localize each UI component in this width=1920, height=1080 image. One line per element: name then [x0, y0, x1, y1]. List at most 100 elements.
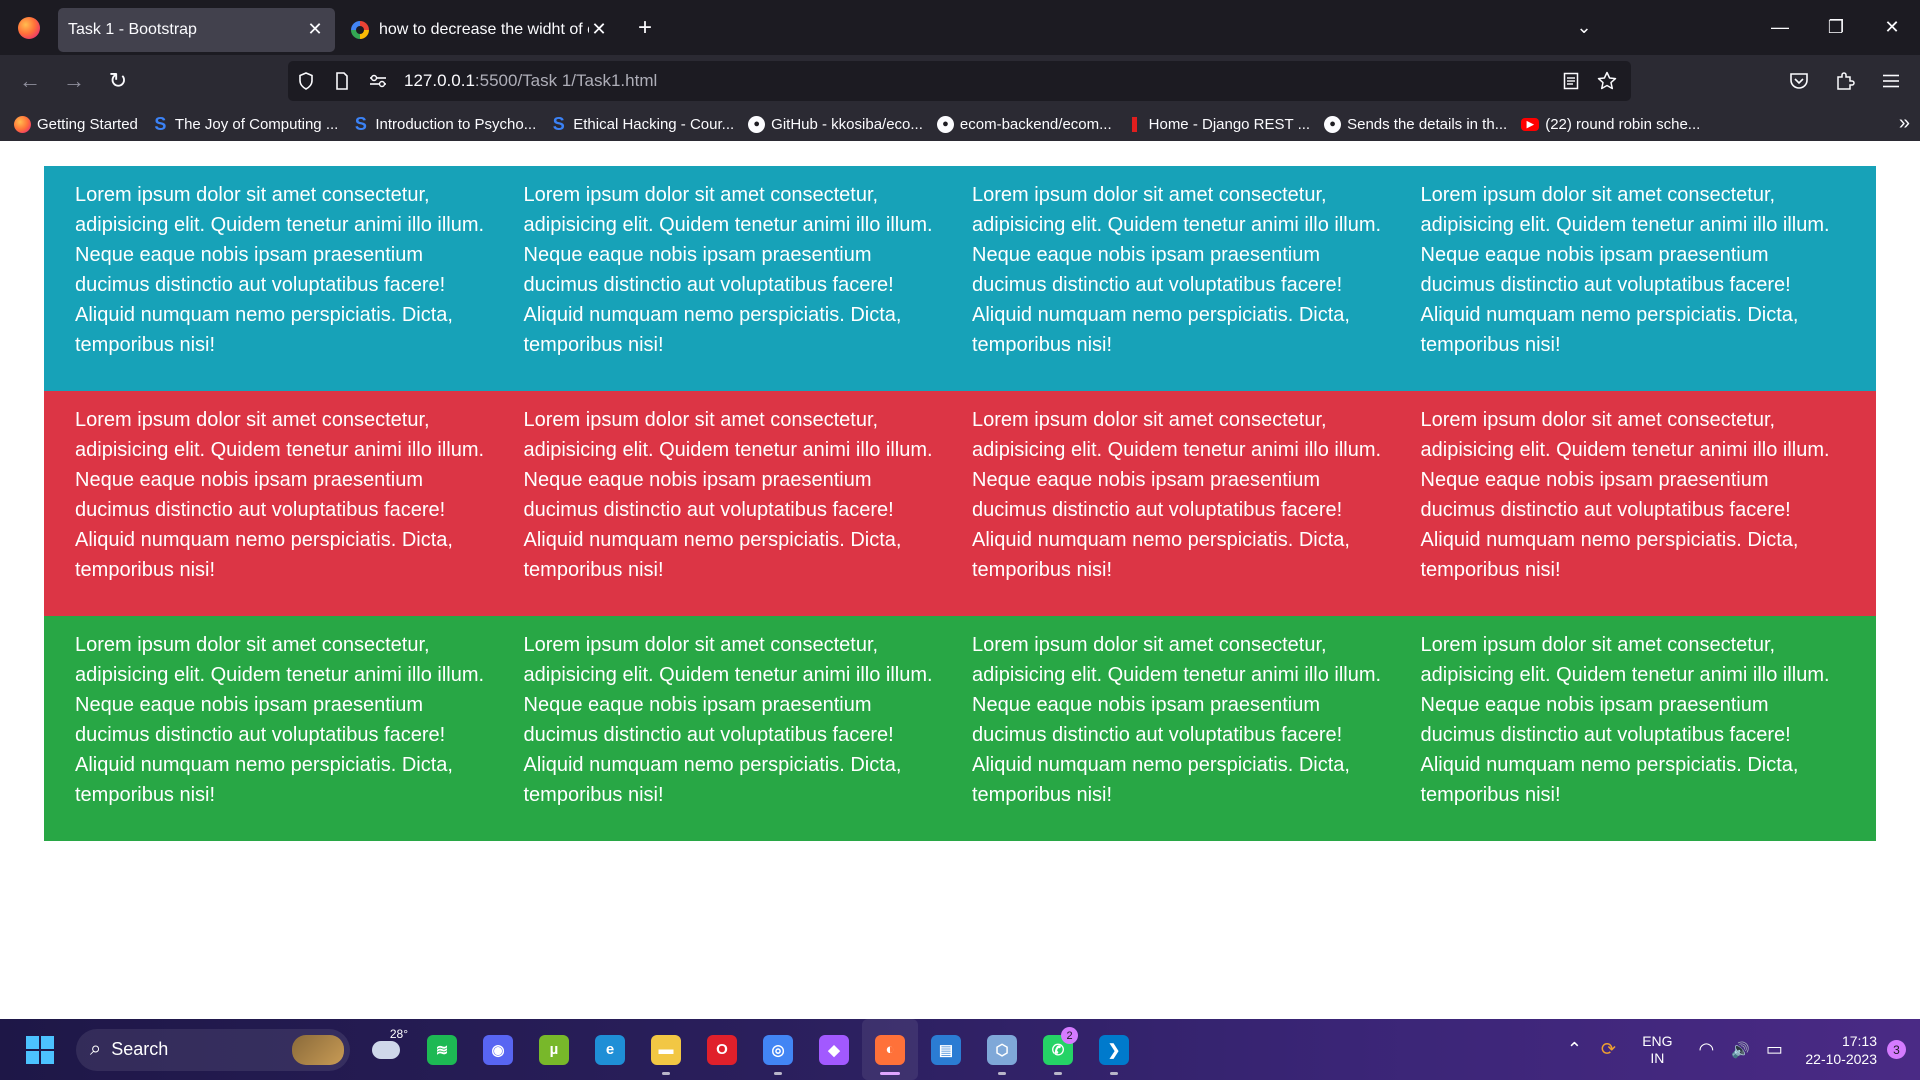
- forward-button[interactable]: →: [52, 61, 96, 101]
- taskbar-search[interactable]: ⌕ Search: [76, 1028, 350, 1071]
- navigation-toolbar: ← → ↻ 127.0.0.1:5500/Task 1/Task1.html: [0, 55, 1920, 107]
- url-bar[interactable]: 127.0.0.1:5500/Task 1/Task1.html: [288, 61, 1631, 101]
- weather-widget[interactable]: 28°: [358, 1019, 414, 1080]
- system-tray: ⌃ ⟳ ENG IN ◠ 🔊 ▭ 17:13 22-10-2023 3: [1557, 1032, 1906, 1068]
- weather-temperature: 28°: [389, 1027, 408, 1041]
- close-tab-icon[interactable]: ✕: [305, 19, 325, 40]
- virtualbox-icon: ⬡: [987, 1034, 1017, 1065]
- bookmark-django-rest[interactable]: Home - Django REST ...: [1126, 116, 1310, 133]
- discord-icon: ◉: [483, 1034, 513, 1065]
- language-indicator[interactable]: ENG IN: [1633, 1033, 1681, 1067]
- content-column: Lorem ipsum dolor sit amet consectetur, …: [75, 634, 485, 806]
- taskbar-app-file-explorer[interactable]: ▬: [638, 1019, 694, 1080]
- bookmark-github-kkosiba[interactable]: ● GitHub - kkosiba/eco...: [748, 115, 923, 133]
- taskbar-app-utorrent[interactable]: µ: [526, 1019, 582, 1080]
- reload-button[interactable]: ↻: [96, 61, 140, 101]
- page-icon[interactable]: [324, 72, 360, 90]
- bookmark-intro-psychology[interactable]: S Introduction to Psycho...: [352, 114, 536, 134]
- region-code: IN: [1650, 1049, 1665, 1066]
- taskbar-app-spotify[interactable]: ≋: [414, 1019, 470, 1080]
- running-indicator: [662, 1072, 670, 1075]
- close-tab-icon[interactable]: ✕: [589, 19, 609, 40]
- taskbar-app-word[interactable]: ▤: [918, 1019, 974, 1080]
- search-icon: ⌕: [90, 1038, 102, 1060]
- taskbar-app-edge[interactable]: e: [582, 1019, 638, 1080]
- pocket-icon[interactable]: [1776, 61, 1822, 101]
- cloud-icon: [372, 1040, 400, 1059]
- firefox-icon: ◐: [875, 1034, 905, 1065]
- firefox-view-icon[interactable]: [0, 0, 58, 55]
- bookmark-label: The Joy of Computing ...: [174, 115, 339, 133]
- volume-icon[interactable]: 🔊: [1723, 1041, 1757, 1059]
- back-button[interactable]: ←: [8, 61, 52, 101]
- taskbar-app-chrome[interactable]: ◎: [750, 1019, 806, 1080]
- bookmark-star-icon[interactable]: [1589, 71, 1625, 91]
- restore-button[interactable]: ❐: [1808, 0, 1864, 55]
- bookmark-round-robin[interactable]: ▶ (22) round robin sche...: [1521, 116, 1700, 133]
- taskbar-apps: ≋ ◉ µ e ▬ O ◎ ◆ ◐ ▤ ⬡ ✆ 2 ❯: [414, 1019, 1142, 1080]
- swayam-icon: S: [154, 113, 167, 134]
- minimize-button[interactable]: —: [1752, 0, 1808, 55]
- tab-google-search[interactable]: how to decrease the widht of co ✕: [341, 8, 619, 52]
- edge-icon: e: [595, 1034, 625, 1065]
- google-icon: [351, 20, 369, 39]
- file-explorer-icon: ▬: [651, 1034, 681, 1065]
- taskbar-app-opera[interactable]: O: [694, 1019, 750, 1080]
- swayam-icon: S: [552, 113, 565, 134]
- clock[interactable]: 17:13 22-10-2023: [1805, 1032, 1877, 1068]
- shield-icon[interactable]: [288, 72, 324, 90]
- vscode-icon: ❯: [1099, 1034, 1129, 1065]
- extensions-icon[interactable]: [1822, 61, 1868, 101]
- search-highlight-image: [292, 1034, 344, 1065]
- bookmark-ecom-backend[interactable]: ● ecom-backend/ecom...: [936, 115, 1112, 133]
- content-column: Lorem ipsum dolor sit amet consectetur, …: [75, 409, 485, 581]
- github-icon: ●: [748, 115, 766, 133]
- windows-logo-icon: [26, 1035, 54, 1064]
- url-host: 127.0.0.1: [404, 71, 475, 90]
- taskbar-app-vscode[interactable]: ❯: [1086, 1019, 1142, 1080]
- tab-title: Task 1 - Bootstrap: [68, 20, 197, 38]
- new-tab-button[interactable]: +: [625, 14, 665, 42]
- reader-view-icon[interactable]: [1553, 72, 1589, 90]
- bookmark-ethical-hacking[interactable]: S Ethical Hacking - Cour...: [550, 113, 734, 134]
- running-indicator: [880, 1072, 900, 1075]
- bookmark-label: ecom-backend/ecom...: [959, 115, 1112, 133]
- taskbar-app-whatsapp[interactable]: ✆ 2: [1030, 1019, 1086, 1080]
- bookmarks-toolbar: Getting Started S The Joy of Computing .…: [0, 107, 1920, 141]
- firefox-icon: [14, 115, 31, 133]
- menu-icon[interactable]: [1868, 61, 1914, 101]
- url-text[interactable]: 127.0.0.1:5500/Task 1/Task1.html: [404, 71, 657, 91]
- show-hidden-icons-chevron-icon[interactable]: ⌃: [1557, 1039, 1591, 1060]
- content-column: Lorem ipsum dolor sit amet consectetur, …: [972, 634, 1382, 806]
- wifi-icon[interactable]: ◠: [1689, 1039, 1723, 1060]
- bookmark-sends-details[interactable]: ● Sends the details in th...: [1324, 115, 1507, 133]
- clock-time: 17:13: [1841, 1032, 1877, 1049]
- sync-icon[interactable]: ⟳: [1591, 1039, 1625, 1060]
- content-column: Lorem ipsum dolor sit amet consectetur, …: [972, 409, 1382, 581]
- bookmark-label: (22) round robin sche...: [1545, 115, 1701, 133]
- browser-tab-strip: Task 1 - Bootstrap ✕ how to decrease the…: [0, 0, 1920, 55]
- tab-task1-bootstrap[interactable]: Task 1 - Bootstrap ✕: [58, 7, 335, 52]
- battery-icon[interactable]: ▭: [1757, 1039, 1791, 1060]
- start-button[interactable]: [12, 1019, 68, 1080]
- permissions-icon[interactable]: [360, 74, 396, 88]
- bookmarks-overflow-icon[interactable]: »: [1899, 112, 1910, 135]
- running-indicator: [1054, 1072, 1062, 1075]
- bookmark-getting-started[interactable]: Getting Started: [14, 115, 138, 133]
- content-row-success: Lorem ipsum dolor sit amet consectetur, …: [44, 616, 1876, 841]
- bookmark-label: Home - Django REST ...: [1148, 115, 1311, 133]
- window-close-button[interactable]: ✕: [1864, 0, 1920, 55]
- bookmark-joy-of-computing[interactable]: S The Joy of Computing ...: [152, 113, 339, 134]
- taskbar-app-figma[interactable]: ◆: [806, 1019, 862, 1080]
- taskbar-app-discord[interactable]: ◉: [470, 1019, 526, 1080]
- taskbar-app-firefox[interactable]: ◐: [862, 1019, 918, 1080]
- running-indicator: [774, 1072, 782, 1075]
- list-all-tabs-icon[interactable]: ⌄: [1554, 0, 1614, 55]
- notification-badge[interactable]: 3: [1887, 1040, 1906, 1059]
- github-icon: ●: [1324, 115, 1342, 133]
- content-row-danger: Lorem ipsum dolor sit amet consectetur, …: [44, 391, 1876, 616]
- chrome-icon: ◎: [763, 1034, 793, 1065]
- content-column: Lorem ipsum dolor sit amet consectetur, …: [1420, 634, 1830, 806]
- taskbar-app-virtualbox[interactable]: ⬡: [974, 1019, 1030, 1080]
- clock-date: 22-10-2023: [1805, 1050, 1877, 1067]
